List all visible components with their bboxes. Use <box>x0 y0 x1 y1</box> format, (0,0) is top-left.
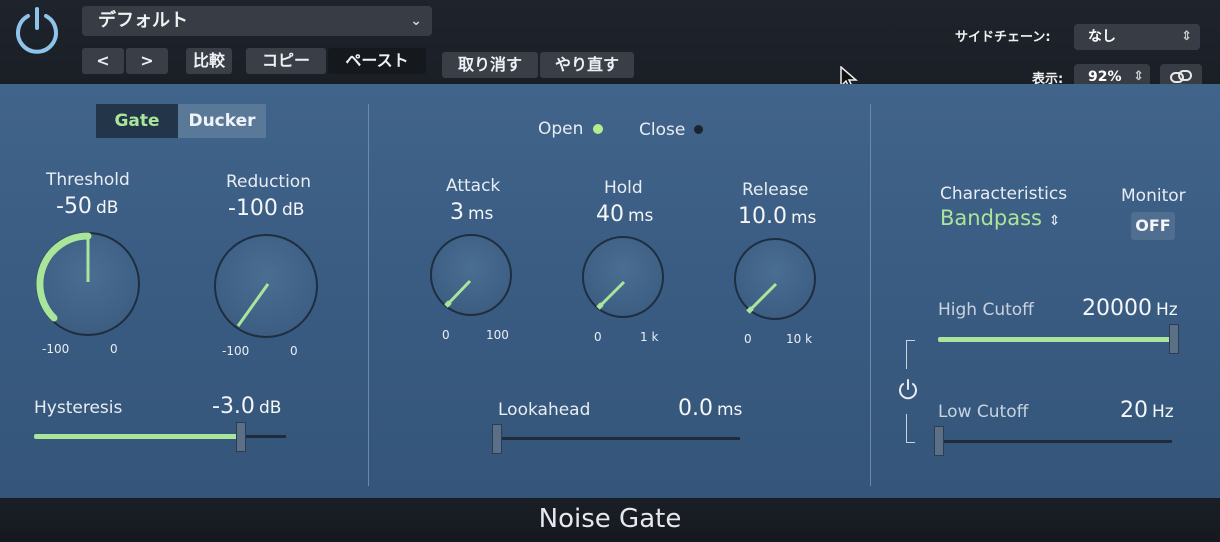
section-divider <box>368 104 369 486</box>
mode-gate-button[interactable]: Gate <box>96 104 178 138</box>
link-bracket <box>906 414 915 443</box>
threshold-label: Threshold <box>46 170 130 190</box>
characteristics-select[interactable]: Bandpass ⇕ <box>940 206 1060 230</box>
updown-chevron-icon: ⇕ <box>1181 29 1192 44</box>
high-cutoff-label: High Cutoff <box>938 300 1034 320</box>
attack-min: 0 <box>442 328 450 342</box>
link-bracket <box>906 340 915 369</box>
hysteresis-slider-fill <box>34 434 241 439</box>
paste-button[interactable]: ペースト <box>328 48 426 74</box>
high-cutoff-number: 20000 <box>1082 296 1152 321</box>
attack-knob[interactable] <box>430 234 512 316</box>
high-cutoff-slider-fill <box>938 337 1174 342</box>
monitor-toggle[interactable]: OFF <box>1131 212 1175 240</box>
sidechain-select[interactable]: なし ⇕ <box>1074 24 1200 50</box>
hysteresis-label: Hysteresis <box>34 398 123 418</box>
lookahead-label: Lookahead <box>498 400 591 420</box>
threshold-unit: dB <box>95 198 119 218</box>
threshold-min: -100 <box>42 342 70 356</box>
attack-unit: ms <box>468 204 494 224</box>
hold-max: 1 k <box>640 330 659 344</box>
monitor-label: Monitor <box>1121 186 1186 206</box>
release-label: Release <box>742 180 809 200</box>
chevron-down-icon: ⌄ <box>410 13 422 29</box>
low-cutoff-slider-track <box>936 440 1172 443</box>
release-unit: ms <box>790 208 817 228</box>
preset-select[interactable]: デフォルト ⌄ <box>82 6 432 36</box>
hysteresis-value: -3.0 dB <box>212 394 281 419</box>
low-cutoff-label: Low Cutoff <box>938 402 1029 422</box>
open-label: Open <box>538 119 584 139</box>
attack-value: 3 ms <box>450 200 493 225</box>
reduction-max: 0 <box>290 344 298 358</box>
hysteresis-number: -3.0 <box>212 394 255 419</box>
lookahead-slider-track <box>494 437 740 440</box>
low-cutoff-unit: Hz <box>1152 402 1174 422</box>
hysteresis-unit: dB <box>258 398 282 418</box>
high-cutoff-slider-handle[interactable] <box>1169 324 1179 354</box>
compare-button[interactable]: 比較 <box>186 48 232 74</box>
low-cutoff-slider-handle[interactable] <box>934 426 944 456</box>
section-divider <box>870 104 871 486</box>
lookahead-value: 0.0 ms <box>678 396 742 421</box>
zoom-value: 92% <box>1088 69 1122 85</box>
mode-ducker-button[interactable]: Ducker <box>178 104 266 138</box>
attack-label: Attack <box>446 176 501 196</box>
release-knob[interactable] <box>734 238 816 320</box>
close-label: Close <box>639 120 686 140</box>
low-cutoff-number: 20 <box>1120 398 1148 423</box>
characteristics-label: Characteristics <box>940 184 1068 204</box>
hysteresis-slider-handle[interactable] <box>236 422 246 452</box>
release-value: 10.0 ms <box>738 204 816 229</box>
hold-knob[interactable] <box>582 236 664 318</box>
low-cutoff-value: 20 Hz <box>1120 398 1174 423</box>
lookahead-slider-handle[interactable] <box>492 424 502 454</box>
attack-number: 3 <box>450 200 464 225</box>
undo-button[interactable]: 取り消す <box>442 52 538 78</box>
release-max: 10 k <box>786 332 813 346</box>
open-indicator <box>593 124 603 134</box>
power-icon[interactable] <box>10 4 64 58</box>
reduction-knob[interactable] <box>214 234 318 338</box>
release-number: 10.0 <box>738 204 787 229</box>
reduction-label: Reduction <box>226 172 311 192</box>
lookahead-number: 0.0 <box>678 396 713 421</box>
threshold-knob[interactable] <box>36 232 140 336</box>
hold-label: Hold <box>604 178 643 198</box>
plugin-title: Noise Gate <box>538 504 682 534</box>
hold-unit: ms <box>628 206 654 226</box>
sidechain-label: サイドチェーン: <box>955 30 1051 45</box>
attack-max: 100 <box>486 328 509 342</box>
hold-value: 40 ms <box>596 202 653 227</box>
high-cutoff-unit: Hz <box>1156 300 1178 320</box>
hold-min: 0 <box>594 330 602 344</box>
reduction-number: -100 <box>228 196 278 221</box>
threshold-number: -50 <box>56 194 92 219</box>
reduction-unit: dB <box>281 200 305 220</box>
copy-button[interactable]: コピー <box>246 48 326 74</box>
threshold-value: -50 dB <box>56 194 118 219</box>
sidechain-value: なし <box>1088 29 1116 45</box>
reduction-value: -100 dB <box>228 196 304 221</box>
next-preset-button[interactable]: > <box>126 48 168 74</box>
threshold-max: 0 <box>110 342 118 356</box>
characteristics-value: Bandpass <box>940 206 1042 230</box>
previous-preset-button[interactable]: < <box>82 48 124 74</box>
lookahead-unit: ms <box>717 400 743 420</box>
release-min: 0 <box>744 332 752 346</box>
close-indicator <box>694 125 703 134</box>
high-cutoff-value: 20000 Hz <box>1082 296 1178 321</box>
updown-chevron-icon: ⇕ <box>1048 213 1061 229</box>
preset-label: デフォルト <box>98 10 188 31</box>
hold-number: 40 <box>596 202 624 227</box>
filter-power-icon[interactable] <box>896 378 920 406</box>
reduction-min: -100 <box>222 344 250 358</box>
redo-button[interactable]: やり直す <box>540 52 634 78</box>
